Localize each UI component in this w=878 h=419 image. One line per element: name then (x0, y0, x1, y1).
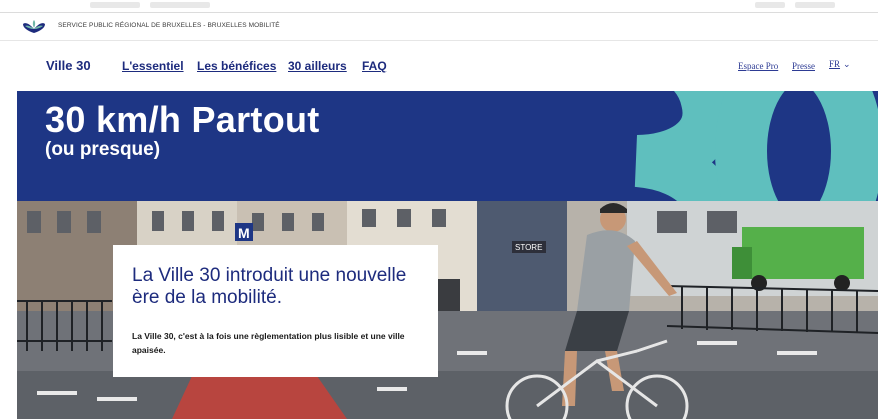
intro-card: La Ville 30 introduit une nouvelle ère d… (113, 245, 438, 377)
espace-pro-link[interactable]: Espace Pro (738, 61, 778, 71)
nav-link-essentiel[interactable]: L'essentiel (122, 59, 184, 73)
language-selector[interactable]: FR ⌄ (829, 59, 851, 70)
brussels-iris-logo-icon[interactable] (22, 19, 46, 35)
hero-banner: 30 km/h Partout (ou presque) (17, 91, 878, 201)
chevron-down-icon: ⌄ (843, 60, 851, 70)
metro-sign: M (238, 225, 250, 241)
tab-stub[interactable] (90, 2, 140, 8)
nav-link-30-ailleurs[interactable]: 30 ailleurs (288, 59, 347, 73)
nav-link-benefices[interactable]: Les bénéfices (197, 59, 276, 73)
presse-link[interactable]: Presse (792, 61, 815, 71)
store-sign: STORE (515, 243, 542, 252)
hero-photo: M STORE La Ville 30 introduit une nouvel… (17, 201, 878, 419)
hero-subtitle: (ou presque) (45, 139, 161, 160)
site-brand[interactable]: Ville 30 (46, 58, 91, 73)
browser-tab-strip (0, 0, 878, 13)
window-control[interactable] (755, 2, 785, 8)
intro-card-text: La Ville 30, c'est à la fois une règleme… (132, 331, 405, 355)
window-control[interactable] (795, 2, 835, 8)
government-header: SERVICE PUBLIC RÉGIONAL DE BRUXELLES - B… (0, 13, 878, 41)
tab-stub[interactable] (150, 2, 210, 8)
language-label: FR (829, 59, 841, 69)
nav-link-faq[interactable]: FAQ (362, 59, 387, 73)
hero-title: 30 km/h Partout (45, 99, 320, 140)
main-navigation: Ville 30 L'essentiel Les bénéfices 30 ai… (0, 41, 878, 91)
government-service-label: SERVICE PUBLIC RÉGIONAL DE BRUXELLES - B… (58, 22, 280, 29)
intro-card-title: La Ville 30 introduit une nouvelle ère d… (132, 265, 407, 308)
